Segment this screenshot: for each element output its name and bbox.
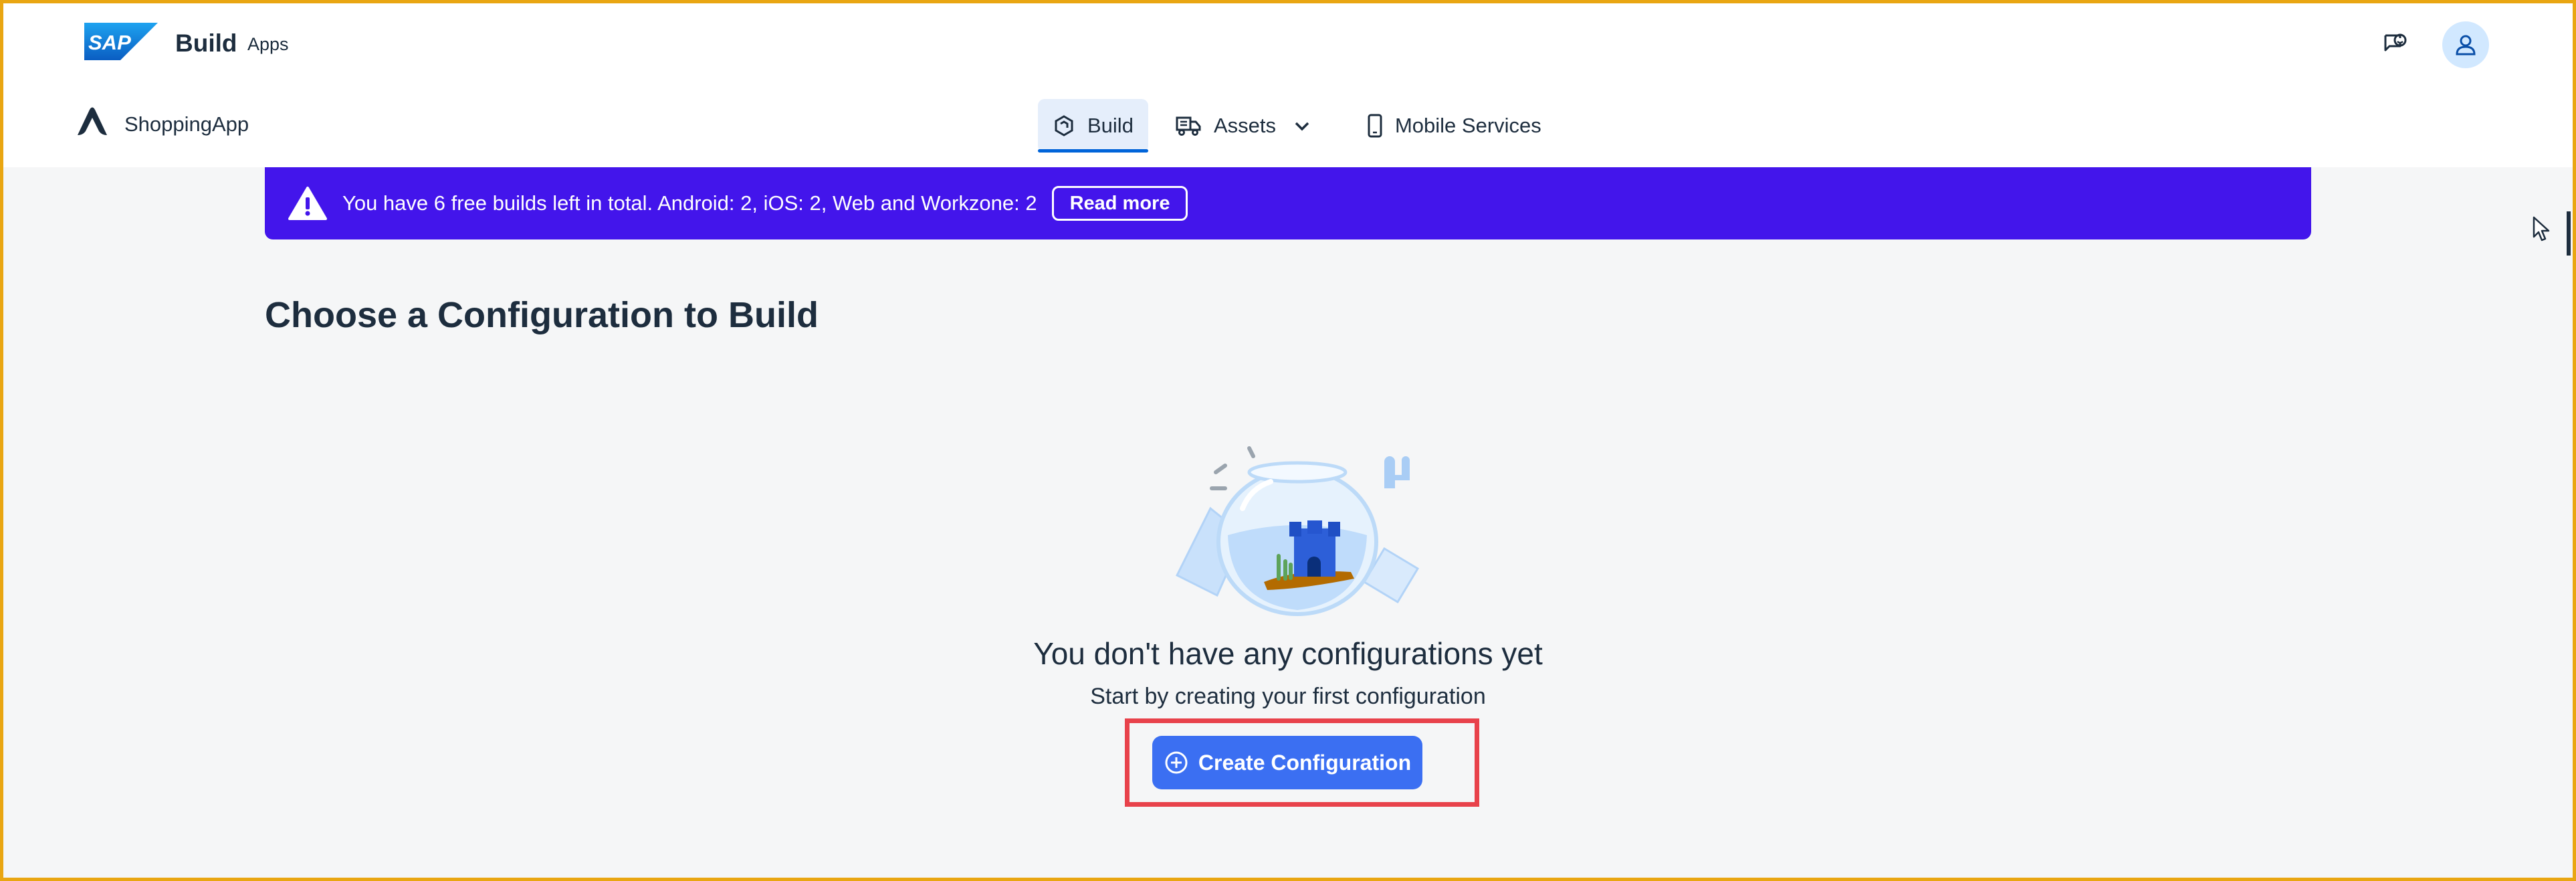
product-subtitle: Apps xyxy=(247,34,289,54)
warning-icon xyxy=(288,187,327,220)
app-name: ShoppingApp xyxy=(124,112,249,136)
empty-state-title: You don't have any configurations yet xyxy=(1033,636,1543,671)
tab-assets-label: Assets xyxy=(1213,114,1276,137)
app-header: ShoppingApp Build Assets Mobile Services xyxy=(0,86,2576,167)
user-icon xyxy=(2456,35,2476,56)
tab-bar: Build Assets Mobile Services xyxy=(1038,99,1556,153)
user-avatar-button[interactable] xyxy=(2442,21,2489,68)
add-circle-icon xyxy=(1165,751,1188,774)
tab-assets[interactable]: Assets xyxy=(1160,99,1325,153)
read-more-button[interactable]: Read more xyxy=(1051,186,1188,221)
shell-bar: SAP Build Apps xyxy=(0,0,2576,86)
build-icon xyxy=(1055,115,1073,136)
sap-logo[interactable]: SAP xyxy=(84,23,158,60)
mobile-icon xyxy=(1368,114,1382,138)
tab-build[interactable]: Build xyxy=(1038,99,1148,153)
free-builds-banner: You have 6 free builds left in total. An… xyxy=(265,167,2311,239)
feedback-button[interactable] xyxy=(2371,21,2418,68)
page-title: Choose a Configuration to Build xyxy=(265,295,819,335)
create-configuration-button[interactable]: Create Configuration xyxy=(1152,736,1422,789)
feedback-icon xyxy=(2384,33,2407,52)
tab-build-label: Build xyxy=(1087,114,1134,137)
tab-mobile-services[interactable]: Mobile Services xyxy=(1352,99,1556,153)
scrollbar-thumb[interactable] xyxy=(2567,211,2571,256)
tab-mobile-services-label: Mobile Services xyxy=(1394,114,1541,137)
banner-message: You have 6 free builds left in total. An… xyxy=(342,191,1037,215)
assets-icon xyxy=(1176,116,1201,136)
sap-logo-text: SAP xyxy=(88,31,131,54)
chevron-down-icon[interactable] xyxy=(1293,120,1311,132)
product-title: Build xyxy=(175,29,237,57)
app-logo-icon xyxy=(78,107,107,135)
mouse-cursor-icon xyxy=(2533,216,2550,241)
empty-state-subtitle: Start by creating your first configurati… xyxy=(1090,684,1486,709)
create-configuration-label: Create Configuration xyxy=(1198,750,1412,775)
empty-state-illustration xyxy=(1175,446,1420,616)
